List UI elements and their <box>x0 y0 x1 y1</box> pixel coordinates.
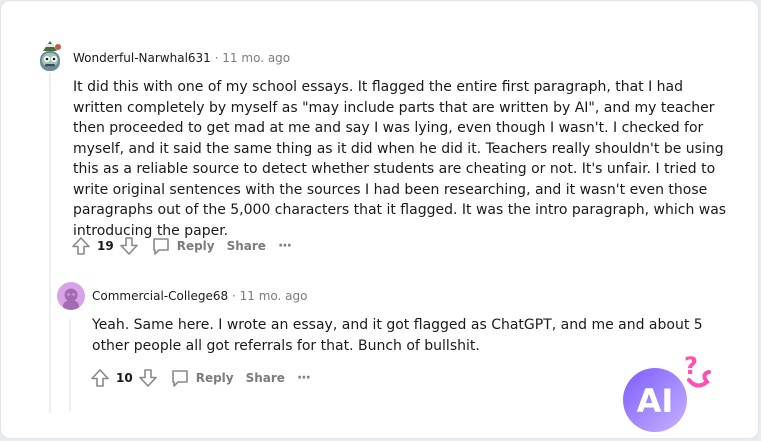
comment-meta: Wonderful-Narwhal631 · 11 mo. ago <box>73 51 290 65</box>
reply-button[interactable]: Reply <box>170 368 234 388</box>
timestamp[interactable]: 11 mo. ago <box>222 51 290 65</box>
arrow-up-icon <box>72 237 90 255</box>
arrow-up-icon <box>91 369 109 387</box>
vote-score: 19 <box>97 239 114 253</box>
arrow-down-icon <box>119 237 138 255</box>
speech-bubble-icon <box>171 370 188 387</box>
vote-score: 10 <box>116 371 133 385</box>
speech-bubble-icon <box>152 238 169 255</box>
badge-question-mark: ? <box>684 352 698 380</box>
ai-badge: AI ? <box>623 350 733 436</box>
ai-logo-icon: AI ? <box>623 352 711 432</box>
reply-label: Reply <box>195 371 234 385</box>
thread-line-reply[interactable] <box>69 319 71 411</box>
avatar[interactable] <box>57 282 85 310</box>
comment-actions: 10 Reply Share ··· <box>90 368 311 388</box>
comment-meta: Commercial-College68 · 11 mo. ago <box>92 289 308 303</box>
share-label: Share <box>226 239 266 253</box>
ellipsis-icon: ··· <box>277 238 292 254</box>
more-options-button[interactable]: ··· <box>296 370 311 386</box>
narwhal-avatar-icon <box>40 41 61 71</box>
username-link[interactable]: Commercial-College68 <box>92 289 228 303</box>
more-options-button[interactable]: ··· <box>277 238 292 254</box>
meta-separator: · <box>231 289 236 303</box>
share-label: Share <box>245 371 285 385</box>
thread-line-primary[interactable] <box>49 73 51 413</box>
reply-button[interactable]: Reply <box>151 236 215 256</box>
reply-label: Reply <box>176 239 215 253</box>
badge-text: AI <box>637 382 674 420</box>
snoo-avatar-icon <box>63 288 79 310</box>
upvote-button[interactable] <box>90 368 110 388</box>
arrow-down-icon <box>138 369 157 387</box>
username-link[interactable]: Wonderful-Narwhal631 <box>73 51 211 65</box>
share-button[interactable]: Share <box>246 371 285 385</box>
timestamp[interactable]: 11 mo. ago <box>240 289 308 303</box>
comment-thread-card: Wonderful-Narwhal631 · 11 mo. ago It did… <box>0 0 759 439</box>
comment-body: It did this with one of my school essays… <box>73 77 735 241</box>
avatar[interactable] <box>36 39 64 73</box>
share-button[interactable]: Share <box>227 239 266 253</box>
comment-paragraph: It did this with one of my school essays… <box>73 79 727 239</box>
ellipsis-icon: ··· <box>296 370 311 386</box>
meta-separator: · <box>214 51 219 65</box>
comment-actions: 19 Reply Share ··· <box>71 236 292 256</box>
upvote-button[interactable] <box>71 236 91 256</box>
downvote-button[interactable] <box>138 368 158 388</box>
downvote-button[interactable] <box>119 236 139 256</box>
